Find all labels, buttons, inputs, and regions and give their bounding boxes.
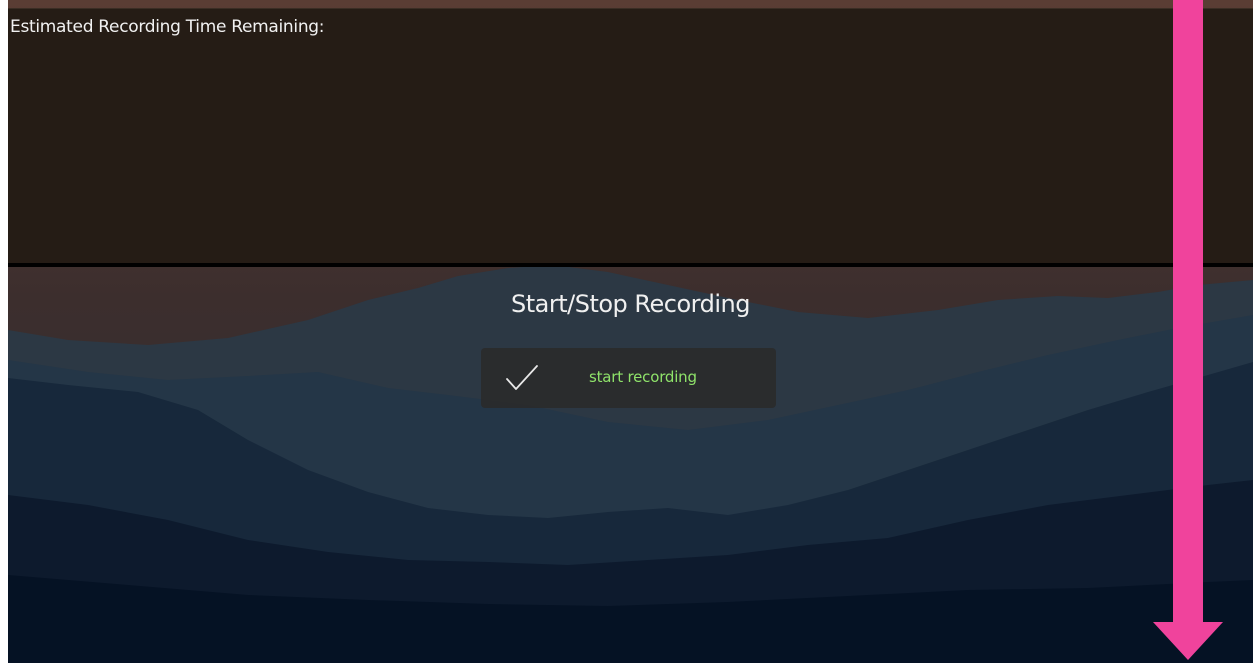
mountain-background: Estimated Recording Time Remaining: Star… — [8, 0, 1253, 663]
start-recording-button[interactable]: start recording — [481, 348, 776, 408]
time-remaining-label: Estimated Recording Time Remaining: — [10, 17, 325, 37]
start-recording-label: start recording — [589, 368, 697, 386]
check-icon — [506, 365, 538, 390]
section-title: Start/Stop Recording — [511, 290, 750, 318]
app-window: Estimated Recording Time Remaining: Star… — [0, 0, 1253, 663]
recording-status-panel: Estimated Recording Time Remaining: — [8, 8, 1253, 267]
window-left-border — [0, 0, 8, 663]
down-arrow-icon — [1153, 0, 1223, 660]
